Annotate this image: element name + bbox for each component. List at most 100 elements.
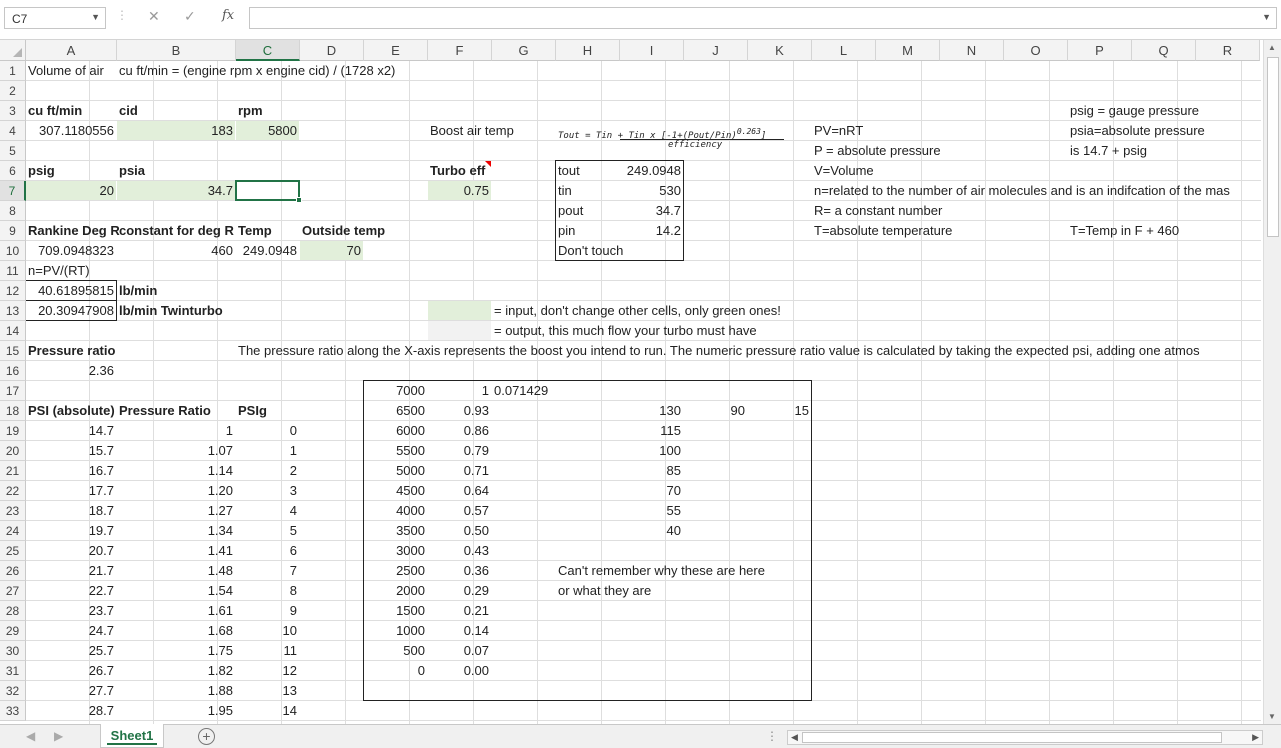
i-column-cell[interactable]: 40 [620,521,684,541]
cell-h9[interactable]: pin [556,221,577,241]
pressure-ratio-cell[interactable]: 1.75 [117,641,236,661]
pressure-ratio-cell[interactable]: 1.41 [117,541,236,561]
rpm-ratio-cell[interactable]: 0.79 [428,441,492,461]
i-column-cell[interactable]: 70 [620,481,684,501]
cell-h8[interactable]: pout [556,201,585,221]
pressure-ratio-cell[interactable]: 1.27 [117,501,236,521]
cell-i8[interactable]: 34.7 [620,201,684,221]
psig-cell[interactable]: 12 [236,661,300,681]
row-header-19[interactable]: 19 [0,421,26,441]
i-column-cell[interactable]: 55 [620,501,684,521]
cell-h7[interactable]: tin [556,181,574,201]
psi-absolute-cell[interactable]: 21.7 [26,561,117,581]
psi-absolute-cell[interactable]: 17.7 [26,481,117,501]
pressure-ratio-cell[interactable]: 1.82 [117,661,236,681]
cell-a4[interactable]: 307.1180556 [26,121,117,141]
column-header-r[interactable]: R [1196,40,1260,61]
cell-a11[interactable]: n=PV/(RT) [26,261,92,281]
next-sheet-icon[interactable]: ▶ [54,729,63,743]
cell-i7[interactable]: 530 [620,181,684,201]
cell-l4[interactable]: PV=nRT [812,121,865,141]
psig-cell[interactable]: 1 [236,441,300,461]
previous-sheet-icon[interactable]: ◀ [26,729,35,743]
pressure-ratio-cell[interactable]: 1.54 [117,581,236,601]
psi-absolute-cell[interactable]: 18.7 [26,501,117,521]
rpm-cell[interactable]: 3500 [364,521,428,541]
row-header-15[interactable]: 15 [0,341,26,361]
psig-cell[interactable]: 0 [236,421,300,441]
cell-a15[interactable]: Pressure ratio [26,341,117,361]
column-header-o[interactable]: O [1004,40,1068,61]
cell-p9[interactable]: T=Temp in F + 460 [1068,221,1181,241]
psig-cell[interactable]: 9 [236,601,300,621]
cell-p5[interactable]: is 14.7 + psig [1068,141,1149,161]
psig-cell[interactable]: 8 [236,581,300,601]
name-box[interactable]: C7 ▼ [4,7,106,29]
psig-cell[interactable]: 13 [236,681,300,701]
cell-b3[interactable]: cid [117,101,140,121]
insert-function-icon[interactable]: fx [222,8,234,23]
row-header-24[interactable]: 24 [0,521,26,541]
cell-h10[interactable]: Don't touch [556,241,625,261]
rpm-cell[interactable]: 2500 [364,561,428,581]
row-header-3[interactable]: 3 [0,101,26,121]
column-header-e[interactable]: E [364,40,428,61]
row-header-31[interactable]: 31 [0,661,26,681]
row-header-17[interactable]: 17 [0,381,26,401]
psi-absolute-cell[interactable]: 22.7 [26,581,117,601]
column-header-c[interactable]: C [236,40,300,61]
rpm-ratio-cell[interactable]: 0.29 [428,581,492,601]
cell-l9[interactable]: T=absolute temperature [812,221,954,241]
chevron-down-icon[interactable]: ▼ [91,12,100,22]
column-header-k[interactable]: K [748,40,812,61]
pressure-ratio-cell[interactable]: 1.20 [117,481,236,501]
row-header-5[interactable]: 5 [0,141,26,161]
fill-handle[interactable] [296,197,302,203]
cell-c10[interactable]: 249.0948 [236,241,300,261]
cell-b12[interactable]: lb/min [117,281,159,301]
cell-f6[interactable]: Turbo eff [428,161,487,181]
row-header-29[interactable]: 29 [0,621,26,641]
cell-f4[interactable]: Boost air temp [428,121,516,141]
cell-a18[interactable]: PSI (absolute) [26,401,117,421]
cell-i9[interactable]: 14.2 [620,221,684,241]
row-header-6[interactable]: 6 [0,161,26,181]
row-header-30[interactable]: 30 [0,641,26,661]
cell-l8[interactable]: R= a constant number [812,201,944,221]
row-header-4[interactable]: 4 [0,121,26,141]
add-sheet-button[interactable]: + [198,728,215,745]
cell-g13[interactable]: = input, don't change other cells, only … [492,301,783,321]
psi-absolute-cell[interactable]: 28.7 [26,701,117,721]
rpm-cell[interactable]: 1000 [364,621,428,641]
psig-cell[interactable]: 6 [236,541,300,561]
rpm-ratio-cell[interactable]: 0.86 [428,421,492,441]
row-header-9[interactable]: 9 [0,221,26,241]
cell-k18[interactable]: 15 [748,401,812,421]
cell-a1[interactable]: Volume of air [26,61,106,81]
psig-cell[interactable]: 14 [236,701,300,721]
cell-b13[interactable]: lb/min Twinturbo [117,301,225,321]
formula-input[interactable]: ▼ [249,7,1277,29]
rpm-ratio-cell[interactable]: 0.64 [428,481,492,501]
cell-h26[interactable]: Can't remember why these are here [556,561,767,581]
column-header-h[interactable]: H [556,40,620,61]
row-header-14[interactable]: 14 [0,321,26,341]
cell-c18[interactable]: PSIg [236,401,269,421]
psi-absolute-cell[interactable]: 25.7 [26,641,117,661]
i-column-cell[interactable]: 115 [620,421,684,441]
row-header-12[interactable]: 12 [0,281,26,301]
pressure-ratio-cell[interactable]: 1.61 [117,601,236,621]
cell-b4[interactable]: 183 [117,121,236,141]
scroll-up-icon[interactable]: ▲ [1268,43,1276,52]
scroll-thumb[interactable] [1267,57,1279,237]
column-header-b[interactable]: B [117,40,236,61]
psi-absolute-cell[interactable]: 16.7 [26,461,117,481]
row-header-13[interactable]: 13 [0,301,26,321]
psi-absolute-cell[interactable]: 15.7 [26,441,117,461]
rpm-ratio-cell[interactable]: 0.00 [428,661,492,681]
column-header-p[interactable]: P [1068,40,1132,61]
cell-area[interactable]: Volume of air cu ft/min = (engine rpm x e… [26,61,1261,724]
pressure-ratio-cell[interactable]: 1.88 [117,681,236,701]
psig-cell[interactable]: 4 [236,501,300,521]
row-header-26[interactable]: 26 [0,561,26,581]
